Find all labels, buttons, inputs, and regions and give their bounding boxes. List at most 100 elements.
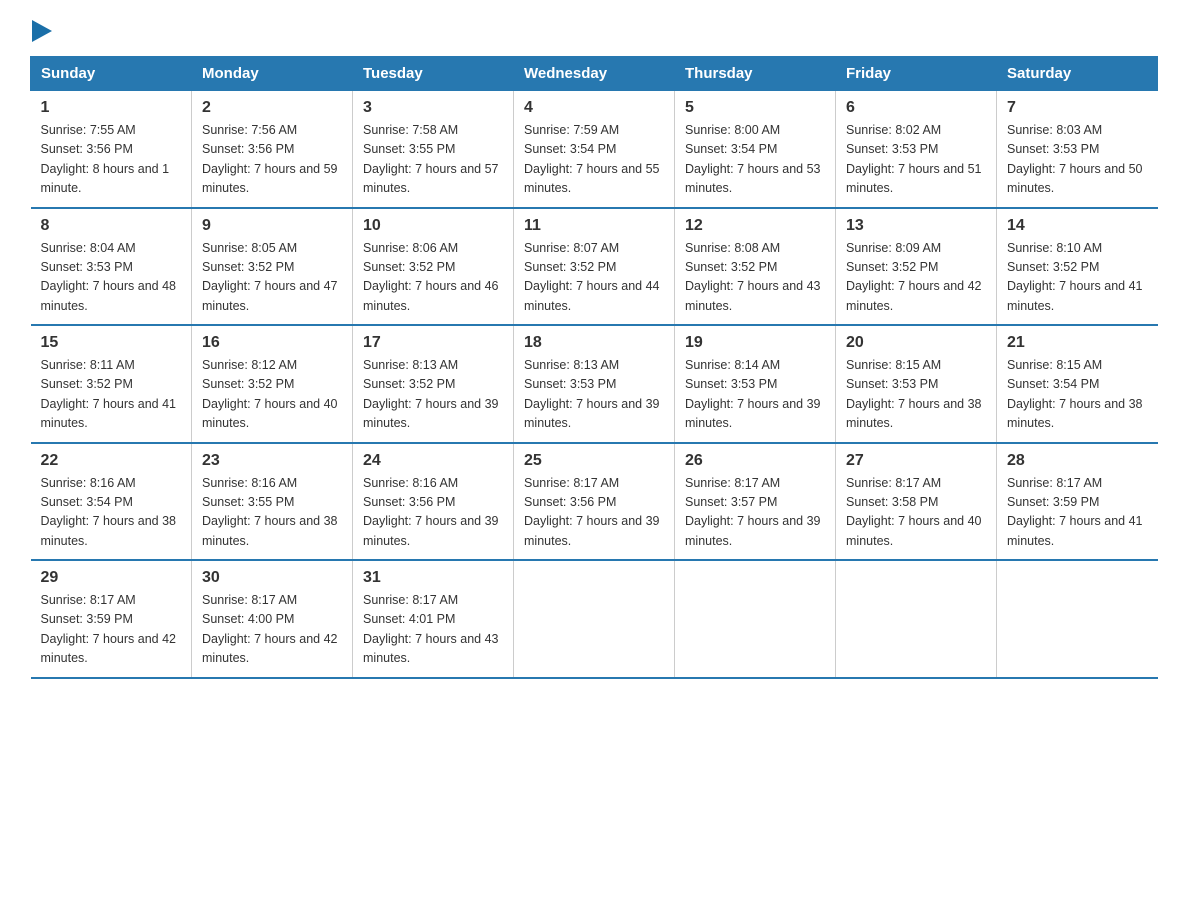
day-info: Sunrise: 8:11 AMSunset: 3:52 PMDaylight:… [41, 358, 177, 430]
day-number: 1 [41, 99, 182, 117]
day-number: 21 [1007, 334, 1148, 352]
calendar-cell: 31 Sunrise: 8:17 AMSunset: 4:01 PMDaylig… [353, 560, 514, 678]
calendar-cell: 6 Sunrise: 8:02 AMSunset: 3:53 PMDayligh… [836, 91, 997, 208]
day-number: 14 [1007, 217, 1148, 235]
calendar-cell: 4 Sunrise: 7:59 AMSunset: 3:54 PMDayligh… [514, 91, 675, 208]
day-number: 28 [1007, 452, 1148, 470]
day-number: 22 [41, 452, 182, 470]
calendar-cell: 18 Sunrise: 8:13 AMSunset: 3:53 PMDaylig… [514, 325, 675, 443]
day-info: Sunrise: 8:07 AMSunset: 3:52 PMDaylight:… [524, 241, 660, 313]
day-info: Sunrise: 8:03 AMSunset: 3:53 PMDaylight:… [1007, 123, 1143, 195]
day-info: Sunrise: 8:17 AMSunset: 4:01 PMDaylight:… [363, 593, 499, 665]
day-number: 8 [41, 217, 182, 235]
day-number: 4 [524, 99, 664, 117]
page-header [30, 20, 1158, 38]
day-number: 3 [363, 99, 503, 117]
day-number: 23 [202, 452, 342, 470]
calendar-cell: 29 Sunrise: 8:17 AMSunset: 3:59 PMDaylig… [31, 560, 192, 678]
day-number: 13 [846, 217, 986, 235]
calendar-cell: 25 Sunrise: 8:17 AMSunset: 3:56 PMDaylig… [514, 443, 675, 561]
calendar-cell [997, 560, 1158, 678]
day-info: Sunrise: 8:17 AMSunset: 3:59 PMDaylight:… [1007, 476, 1143, 548]
day-number: 24 [363, 452, 503, 470]
day-number: 15 [41, 334, 182, 352]
calendar-cell: 21 Sunrise: 8:15 AMSunset: 3:54 PMDaylig… [997, 325, 1158, 443]
calendar-cell [836, 560, 997, 678]
day-number: 5 [685, 99, 825, 117]
calendar-cell: 17 Sunrise: 8:13 AMSunset: 3:52 PMDaylig… [353, 325, 514, 443]
calendar-cell: 11 Sunrise: 8:07 AMSunset: 3:52 PMDaylig… [514, 208, 675, 326]
calendar-cell: 27 Sunrise: 8:17 AMSunset: 3:58 PMDaylig… [836, 443, 997, 561]
day-info: Sunrise: 8:17 AMSunset: 3:59 PMDaylight:… [41, 593, 177, 665]
day-number: 9 [202, 217, 342, 235]
day-number: 25 [524, 452, 664, 470]
day-number: 19 [685, 334, 825, 352]
day-info: Sunrise: 7:55 AMSunset: 3:56 PMDaylight:… [41, 123, 170, 195]
day-number: 12 [685, 217, 825, 235]
logo [30, 20, 54, 38]
day-info: Sunrise: 8:14 AMSunset: 3:53 PMDaylight:… [685, 358, 821, 430]
day-info: Sunrise: 8:16 AMSunset: 3:54 PMDaylight:… [41, 476, 177, 548]
day-info: Sunrise: 8:02 AMSunset: 3:53 PMDaylight:… [846, 123, 982, 195]
calendar-cell: 5 Sunrise: 8:00 AMSunset: 3:54 PMDayligh… [675, 91, 836, 208]
calendar-cell: 20 Sunrise: 8:15 AMSunset: 3:53 PMDaylig… [836, 325, 997, 443]
day-number: 30 [202, 569, 342, 587]
day-info: Sunrise: 7:56 AMSunset: 3:56 PMDaylight:… [202, 123, 338, 195]
calendar-body: 1 Sunrise: 7:55 AMSunset: 3:56 PMDayligh… [31, 91, 1158, 678]
calendar-cell: 15 Sunrise: 8:11 AMSunset: 3:52 PMDaylig… [31, 325, 192, 443]
day-number: 29 [41, 569, 182, 587]
calendar-cell: 24 Sunrise: 8:16 AMSunset: 3:56 PMDaylig… [353, 443, 514, 561]
weekday-header-thursday: Thursday [675, 57, 836, 91]
day-info: Sunrise: 8:15 AMSunset: 3:54 PMDaylight:… [1007, 358, 1143, 430]
weekday-header-saturday: Saturday [997, 57, 1158, 91]
logo-triangle-icon [32, 18, 54, 44]
day-number: 16 [202, 334, 342, 352]
calendar-cell [675, 560, 836, 678]
weekday-header-wednesday: Wednesday [514, 57, 675, 91]
calendar-cell: 30 Sunrise: 8:17 AMSunset: 4:00 PMDaylig… [192, 560, 353, 678]
calendar-cell: 8 Sunrise: 8:04 AMSunset: 3:53 PMDayligh… [31, 208, 192, 326]
weekday-header-tuesday: Tuesday [353, 57, 514, 91]
day-info: Sunrise: 8:17 AMSunset: 3:58 PMDaylight:… [846, 476, 982, 548]
calendar-cell: 9 Sunrise: 8:05 AMSunset: 3:52 PMDayligh… [192, 208, 353, 326]
day-number: 20 [846, 334, 986, 352]
calendar-week-2: 8 Sunrise: 8:04 AMSunset: 3:53 PMDayligh… [31, 208, 1158, 326]
calendar-cell: 3 Sunrise: 7:58 AMSunset: 3:55 PMDayligh… [353, 91, 514, 208]
day-number: 6 [846, 99, 986, 117]
weekday-header-sunday: Sunday [31, 57, 192, 91]
calendar-cell: 23 Sunrise: 8:16 AMSunset: 3:55 PMDaylig… [192, 443, 353, 561]
day-info: Sunrise: 8:09 AMSunset: 3:52 PMDaylight:… [846, 241, 982, 313]
day-number: 2 [202, 99, 342, 117]
day-info: Sunrise: 8:16 AMSunset: 3:55 PMDaylight:… [202, 476, 338, 548]
weekday-header-friday: Friday [836, 57, 997, 91]
day-info: Sunrise: 8:17 AMSunset: 3:56 PMDaylight:… [524, 476, 660, 548]
calendar-cell: 16 Sunrise: 8:12 AMSunset: 3:52 PMDaylig… [192, 325, 353, 443]
day-info: Sunrise: 8:13 AMSunset: 3:53 PMDaylight:… [524, 358, 660, 430]
day-info: Sunrise: 7:59 AMSunset: 3:54 PMDaylight:… [524, 123, 660, 195]
calendar-cell: 28 Sunrise: 8:17 AMSunset: 3:59 PMDaylig… [997, 443, 1158, 561]
calendar-header: SundayMondayTuesdayWednesdayThursdayFrid… [31, 57, 1158, 91]
day-number: 31 [363, 569, 503, 587]
day-info: Sunrise: 8:13 AMSunset: 3:52 PMDaylight:… [363, 358, 499, 430]
day-number: 17 [363, 334, 503, 352]
day-number: 27 [846, 452, 986, 470]
day-info: Sunrise: 8:17 AMSunset: 3:57 PMDaylight:… [685, 476, 821, 548]
day-number: 11 [524, 217, 664, 235]
calendar-week-5: 29 Sunrise: 8:17 AMSunset: 3:59 PMDaylig… [31, 560, 1158, 678]
calendar-cell [514, 560, 675, 678]
day-info: Sunrise: 8:12 AMSunset: 3:52 PMDaylight:… [202, 358, 338, 430]
day-number: 10 [363, 217, 503, 235]
day-info: Sunrise: 7:58 AMSunset: 3:55 PMDaylight:… [363, 123, 499, 195]
calendar-week-3: 15 Sunrise: 8:11 AMSunset: 3:52 PMDaylig… [31, 325, 1158, 443]
day-number: 7 [1007, 99, 1148, 117]
calendar-table: SundayMondayTuesdayWednesdayThursdayFrid… [30, 56, 1158, 679]
calendar-cell: 10 Sunrise: 8:06 AMSunset: 3:52 PMDaylig… [353, 208, 514, 326]
day-info: Sunrise: 8:04 AMSunset: 3:53 PMDaylight:… [41, 241, 177, 313]
calendar-cell: 1 Sunrise: 7:55 AMSunset: 3:56 PMDayligh… [31, 91, 192, 208]
calendar-cell: 26 Sunrise: 8:17 AMSunset: 3:57 PMDaylig… [675, 443, 836, 561]
day-info: Sunrise: 8:00 AMSunset: 3:54 PMDaylight:… [685, 123, 821, 195]
day-info: Sunrise: 8:06 AMSunset: 3:52 PMDaylight:… [363, 241, 499, 313]
day-number: 18 [524, 334, 664, 352]
day-info: Sunrise: 8:08 AMSunset: 3:52 PMDaylight:… [685, 241, 821, 313]
weekday-header-monday: Monday [192, 57, 353, 91]
